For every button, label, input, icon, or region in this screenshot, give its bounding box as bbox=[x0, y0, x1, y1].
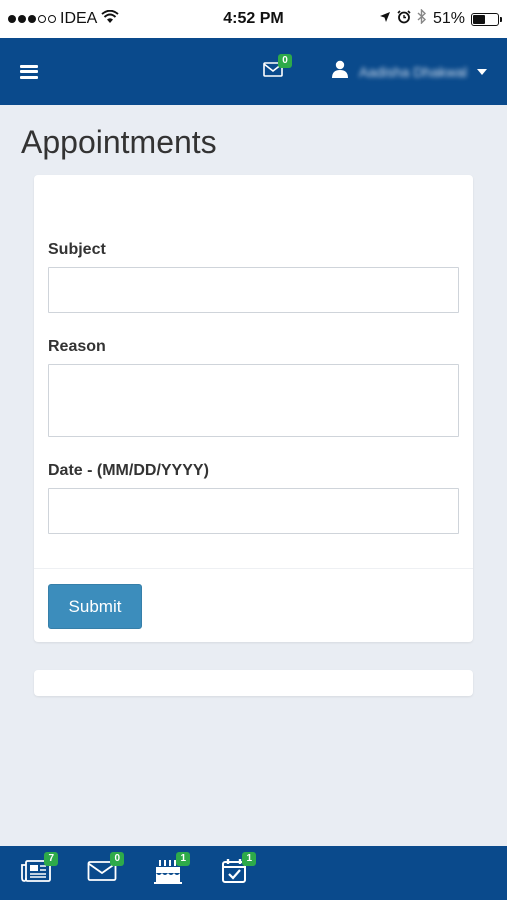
birthdays-badge: 1 bbox=[176, 852, 190, 866]
wifi-icon bbox=[101, 9, 119, 29]
date-input[interactable] bbox=[48, 488, 459, 534]
reason-label: Reason bbox=[48, 338, 106, 355]
signal-strength-icon bbox=[8, 15, 56, 23]
messages-tab-badge: 0 bbox=[110, 852, 124, 866]
status-right: 51% bbox=[329, 8, 502, 29]
secondary-card bbox=[34, 670, 473, 696]
carrier-name: IDEA bbox=[60, 10, 98, 27]
tab-messages[interactable]: 0 bbox=[86, 852, 124, 887]
status-time: 4:52 PM bbox=[223, 10, 284, 27]
submit-button[interactable]: Submit bbox=[48, 584, 142, 629]
location-arrow-icon bbox=[379, 10, 391, 28]
messages-button[interactable]: 0 bbox=[263, 53, 292, 82]
date-label: Date - (MM/DD/YYYY) bbox=[48, 462, 209, 479]
bottom-tab-bar: 7 0 1 1 bbox=[0, 846, 507, 900]
tab-birthdays[interactable]: 1 bbox=[152, 852, 190, 887]
appointment-form-card: Subject Reason Date - (MM/DD/YYYY) Submi… bbox=[34, 175, 473, 642]
hamburger-menu-icon[interactable] bbox=[20, 64, 38, 79]
messages-badge: 0 bbox=[278, 53, 292, 68]
page-title: Appointments bbox=[21, 124, 217, 160]
user-name: Aadisha Dhakwal bbox=[358, 63, 467, 80]
user-menu[interactable]: Aadisha Dhakwal bbox=[331, 60, 487, 83]
calendar-badge: 1 bbox=[242, 852, 256, 866]
bluetooth-icon bbox=[417, 8, 427, 29]
news-badge: 7 bbox=[44, 852, 58, 866]
reason-textarea[interactable] bbox=[48, 364, 459, 437]
alarm-clock-icon bbox=[397, 9, 411, 29]
tab-calendar[interactable]: 1 bbox=[218, 852, 256, 887]
subject-input[interactable] bbox=[48, 267, 459, 313]
status-left: IDEA bbox=[8, 9, 178, 29]
status-bar: IDEA 4:52 PM 51% bbox=[0, 0, 507, 38]
user-icon bbox=[331, 60, 349, 83]
card-footer-divider bbox=[34, 568, 473, 569]
battery-percent: 51% bbox=[432, 10, 465, 27]
battery-icon bbox=[471, 12, 502, 26]
tab-news[interactable]: 7 bbox=[20, 852, 58, 887]
top-navbar: 0 Aadisha Dhakwal bbox=[0, 38, 507, 105]
chevron-down-icon bbox=[477, 68, 487, 75]
subject-label: Subject bbox=[48, 241, 106, 258]
battery-fill bbox=[473, 14, 486, 24]
